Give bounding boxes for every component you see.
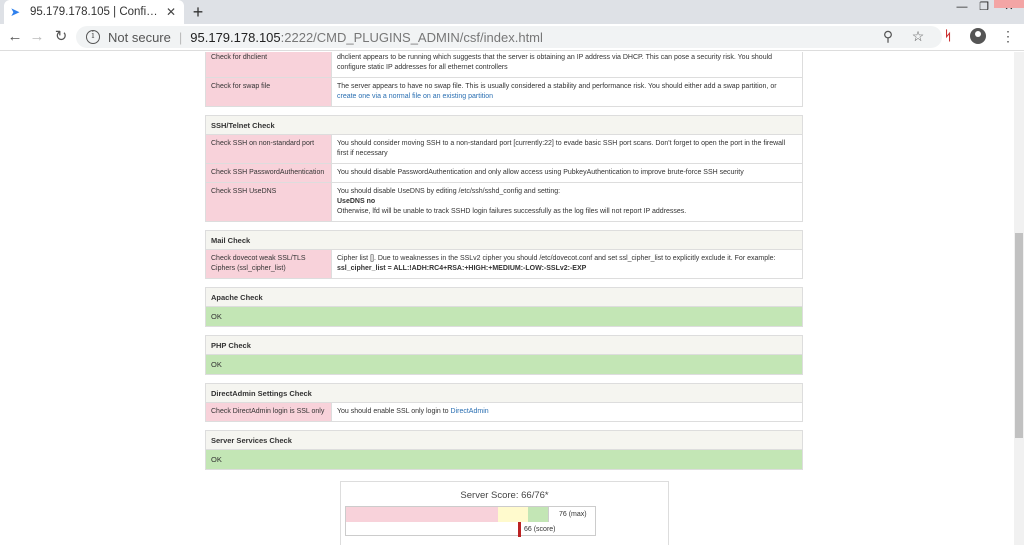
ok-status: OK [206,307,802,326]
check-row: Check for dhclient dhclient appears to b… [206,52,802,78]
check-message: You should disable PasswordAuthenticatio… [332,164,802,182]
check-label: Check SSH on non-standard port [206,135,332,163]
check-message: Cipher list []. Due to weaknesses in the… [332,250,802,278]
check-message: You should enable SSL only login to Dire… [332,403,802,421]
server-score-panel: Server Score: 66/76* 76 (max) 66 (score) [340,481,669,545]
corner-badge [994,0,1024,8]
maximize-icon[interactable]: ❐ [974,0,994,16]
close-tab-icon[interactable]: ✕ [164,5,178,19]
scrollbar-thumb[interactable] [1015,233,1023,438]
menu-kebab-icon[interactable]: ⋮ [1000,28,1016,44]
back-arrow-icon[interactable]: ← [6,28,24,46]
score-bar: 76 (max) 66 (score) [345,506,596,537]
check-label: Check for swap file [206,78,332,106]
info-icon[interactable]: i [86,30,100,44]
pdf-extension-icon[interactable]: ᛋ [940,28,956,44]
url-host: 95.179.178.105 [190,29,281,45]
tab-strip: ➤ 95.179.178.105 | ConfigServer Se ✕ + —… [0,0,1024,24]
score-bar-mid-zone [498,507,528,522]
check-row: Check DirectAdmin login is SSL only You … [206,403,802,421]
section-server-check: Check for dhclient dhclient appears to b… [205,52,803,107]
score-bar-low-zone [346,507,498,522]
reload-icon[interactable]: ↻ [52,28,70,46]
section-server-services: Server Services Check OK [205,430,803,470]
score-max-label: 76 (max) [548,507,595,522]
browser-toolbar: ← → ↻ i Not secure | 95.179.178.105:2222… [0,24,1024,51]
not-secure-label: Not secure [108,29,171,45]
check-label: Check for dhclient [206,52,332,77]
directadmin-link[interactable]: DirectAdmin [451,408,489,415]
section-directadmin-settings: DirectAdmin Settings Check Check DirectA… [205,383,803,422]
url-path: :2222/CMD_PLUGINS_ADMIN/csf/index.html [280,29,543,45]
check-message-text: You should enable SSL only login to [337,408,449,415]
score-marker [518,522,521,537]
check-message-text: Otherwise, lfd will be unable to track S… [337,208,687,215]
check-message-text: You should disable UseDNS by editing /et… [337,188,561,195]
score-bar-high-zone [528,507,548,522]
section-ssh-telnet: SSH/Telnet Check Check SSH on non-standa… [205,115,803,222]
check-message: The server appears to have no swap file.… [332,78,802,106]
section-php-check: PHP Check OK [205,335,803,375]
score-value-label: 66 (score) [524,526,556,533]
address-bar[interactable]: i Not secure | 95.179.178.105:2222/CMD_P… [76,26,942,48]
ok-status: OK [206,355,802,374]
server-score-title: Server Score: 66/76* [460,490,549,501]
section-title: SSH/Telnet Check [206,116,802,135]
section-title: Apache Check [206,288,802,307]
toolbar-actions: ⚲ ☆ ᛋ ⋮ [880,28,1016,44]
check-message-code: UseDNS no [337,198,376,205]
check-label: Check SSH PasswordAuthentication [206,164,332,182]
minimize-icon[interactable]: — [952,0,972,16]
page-viewport: Check for dhclient dhclient appears to b… [0,52,1024,545]
url-separator: | [178,29,183,45]
check-row: Check SSH on non-standard port You shoul… [206,135,802,164]
section-title: PHP Check [206,336,802,355]
security-check-content: Check for dhclient dhclient appears to b… [205,52,803,478]
check-message: You should consider moving SSH to a non-… [332,135,802,163]
section-apache-check: Apache Check OK [205,287,803,327]
zoom-search-icon[interactable]: ⚲ [880,28,896,44]
check-label: Check SSH UseDNS [206,183,332,221]
favicon-icon: ➤ [10,5,21,19]
new-tab-button[interactable]: + [188,3,208,21]
check-message: You should disable UseDNS by editing /et… [332,183,802,221]
check-message-text: Cipher list []. Due to weaknesses in the… [337,255,776,262]
check-row: Check for swap file The server appears t… [206,78,802,106]
check-label: Check DirectAdmin login is SSL only [206,403,332,421]
forward-arrow-icon[interactable]: → [28,28,46,46]
check-message-code: ssl_cipher_list = ALL:!ADH:RC4+RSA:+HIGH… [337,265,587,272]
account-avatar-icon[interactable] [970,28,986,44]
swap-file-link[interactable]: create one via a normal file on an exist… [337,93,493,100]
section-title: DirectAdmin Settings Check [206,384,802,403]
bookmark-star-icon[interactable]: ☆ [910,28,926,44]
tab-title: 95.179.178.105 | ConfigServer Se [30,6,164,18]
ok-status: OK [206,450,802,469]
browser-tab[interactable]: ➤ 95.179.178.105 | ConfigServer Se ✕ [4,0,184,24]
check-row: Check SSH PasswordAuthentication You sho… [206,164,802,183]
check-message: dhclient appears to be running which sug… [332,52,802,77]
check-label: Check dovecot weak SSL/TLS Ciphers (ssl_… [206,250,332,278]
section-mail-check: Mail Check Check dovecot weak SSL/TLS Ci… [205,230,803,279]
check-message-text: The server appears to have no swap file.… [337,83,777,90]
check-row: Check dovecot weak SSL/TLS Ciphers (ssl_… [206,250,802,278]
section-title: Server Services Check [206,431,802,450]
section-title: Mail Check [206,231,802,250]
check-row: Check SSH UseDNS You should disable UseD… [206,183,802,221]
